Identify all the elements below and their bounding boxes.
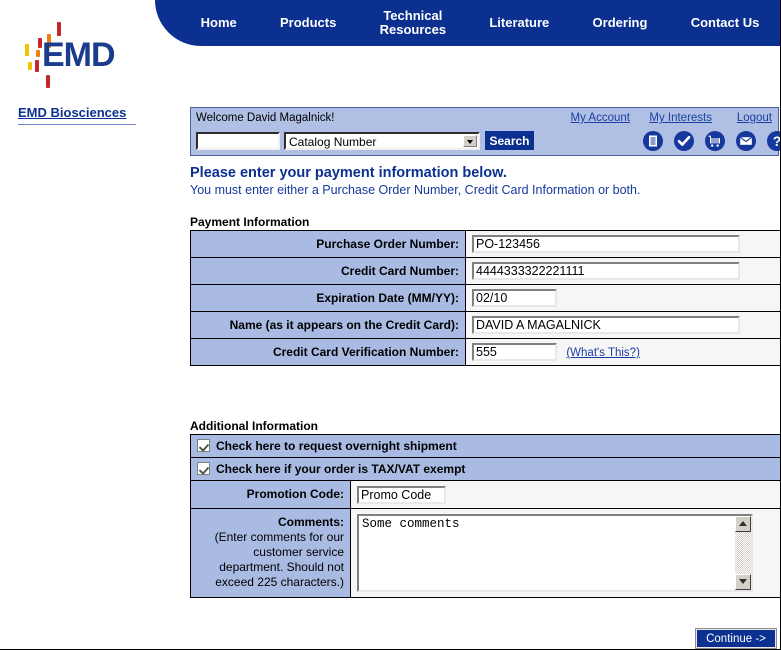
comments-label: Comments: (277, 515, 344, 529)
search-input[interactable] (196, 132, 280, 150)
cvv-number-cell: (What's This?) (465, 338, 780, 366)
logo-dash-yellow-2 (28, 62, 32, 70)
tax-vat-exempt-cell[interactable]: Check here if your order is TAX/VAT exem… (190, 457, 780, 481)
credit-card-number-label: Credit Card Number: (190, 257, 466, 285)
nav-item-ordering[interactable]: Ordering (589, 16, 652, 30)
comments-text-value: Some comments (362, 517, 460, 531)
search-panel: Welcome David Magalnick! My Account My I… (190, 107, 781, 156)
primary-nav: Home Products Technical Resources Litera… (155, 0, 780, 46)
logo-dash-yellow-1 (25, 44, 29, 56)
purchase-order-number-cell (465, 230, 780, 258)
page-title: Please enter your payment information be… (190, 165, 507, 181)
overnight-shipment-checkbox[interactable] (197, 439, 210, 452)
chevron-down-icon[interactable] (463, 135, 477, 147)
help-question-icon[interactable]: ? (767, 131, 781, 151)
promotion-code-label: Promotion Code: (190, 480, 351, 509)
purchase-order-number-input[interactable] (472, 235, 740, 253)
logo-dash-red-top (57, 22, 61, 36)
table-row: Credit Card Verification Number: (What's… (190, 338, 780, 366)
table-row: Credit Card Number: (190, 257, 780, 285)
promotion-code-cell (350, 480, 780, 509)
emd-biosciences-link[interactable]: EMD Biosciences (18, 105, 126, 120)
cardholder-name-input[interactable] (472, 316, 740, 334)
table-row: Purchase Order Number: (190, 230, 780, 258)
scroll-up-arrow-icon[interactable] (735, 516, 751, 532)
brand-underline-rule (18, 124, 136, 125)
logo-dash-red-bottom (46, 75, 50, 88)
site-header: EMD Home Products Technical Resources Li… (0, 0, 780, 96)
check-circle-icon[interactable] (674, 131, 694, 151)
comments-textarea[interactable]: Some comments (357, 514, 753, 592)
comments-scrollbar[interactable] (735, 516, 751, 590)
table-row: Expiration Date (MM/YY): (190, 284, 780, 312)
expiration-date-input[interactable] (472, 289, 557, 307)
promotion-code-input[interactable] (357, 485, 446, 504)
envelope-icon[interactable] (736, 131, 756, 151)
additional-information-table: Check here to request overnight shipment… (190, 434, 780, 598)
scroll-down-arrow-icon[interactable] (735, 574, 751, 590)
payment-information-table: Purchase Order Number: Credit Card Numbe… (190, 230, 780, 366)
nav-item-literature[interactable]: Literature (485, 16, 553, 30)
cardholder-name-cell (465, 311, 780, 339)
overnight-shipment-label: Check here to request overnight shipment (216, 439, 457, 453)
comments-label-cell: Comments: (Enter comments for our custom… (190, 508, 351, 598)
search-category-select[interactable]: Catalog Number (284, 132, 480, 150)
svg-text:?: ? (773, 133, 781, 149)
tax-vat-exempt-checkbox[interactable] (197, 462, 210, 475)
my-interests-link[interactable]: My Interests (649, 112, 712, 124)
search-button[interactable]: Search (485, 131, 534, 150)
table-row: Check here if your order is TAX/VAT exem… (190, 457, 780, 481)
additional-section-title: Additional Information (190, 419, 318, 433)
my-account-link[interactable]: My Account (571, 112, 630, 124)
table-row: Check here to request overnight shipment (190, 434, 780, 458)
nav-item-technical-resources[interactable]: Technical Resources (376, 9, 450, 37)
table-row: Promotion Code: (190, 480, 780, 509)
logo-wordmark: EMD (42, 36, 116, 74)
expiration-date-label: Expiration Date (MM/YY): (190, 284, 466, 312)
logo-dash-orange-2 (36, 50, 40, 57)
page-subtitle: You must enter either a Purchase Order N… (190, 183, 641, 197)
page-root: EMD Home Products Technical Resources Li… (0, 0, 781, 650)
search-category-value: Catalog Number (289, 135, 377, 149)
continue-button[interactable]: Continue -> (697, 630, 775, 647)
whats-this-link[interactable]: (What's This?) (566, 347, 640, 359)
cvv-number-label: Credit Card Verification Number: (190, 338, 466, 366)
credit-card-number-cell (465, 257, 780, 285)
logout-link[interactable]: Logout (737, 112, 772, 124)
table-row: Name (as it appears on the Credit Card): (190, 311, 780, 339)
comments-note: (Enter comments for our customer service… (214, 530, 344, 589)
purchase-order-number-label: Purchase Order Number: (190, 230, 466, 258)
logo-dash-red-2 (35, 60, 39, 72)
order-list-icon[interactable] (643, 131, 663, 151)
comments-cell: Some comments (350, 508, 780, 598)
emd-logo[interactable]: EMD (14, 22, 134, 88)
primary-nav-list: Home Products Technical Resources Litera… (155, 0, 780, 46)
nav-item-products[interactable]: Products (276, 16, 340, 30)
cvv-number-input[interactable] (472, 343, 557, 361)
table-row: Comments: (Enter comments for our custom… (190, 508, 780, 598)
credit-card-number-input[interactable] (472, 262, 740, 280)
payment-section-title: Payment Information (190, 215, 310, 229)
cardholder-name-label: Name (as it appears on the Credit Card): (190, 311, 466, 339)
shopping-cart-icon[interactable] (705, 131, 725, 151)
overnight-shipment-cell[interactable]: Check here to request overnight shipment (190, 434, 780, 458)
welcome-message: Welcome David Magalnick! (196, 112, 335, 124)
tax-vat-exempt-label: Check here if your order is TAX/VAT exem… (216, 462, 466, 476)
nav-item-contact-us[interactable]: Contact Us (687, 16, 764, 30)
nav-item-home[interactable]: Home (197, 16, 241, 30)
expiration-date-cell (465, 284, 780, 312)
